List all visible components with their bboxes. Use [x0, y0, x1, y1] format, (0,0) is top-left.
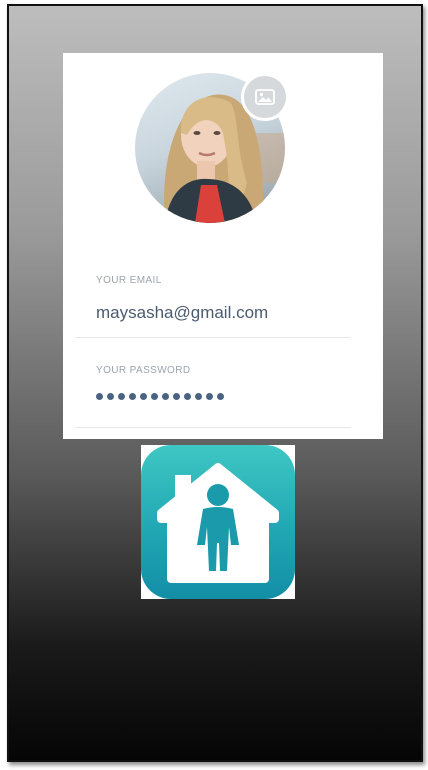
app-icon[interactable] [141, 445, 295, 599]
email-label: YOUR EMAIL [96, 275, 162, 286]
password-mask-dot [217, 393, 224, 400]
screenshot-frame: YOUR EMAIL maysasha@gmail.com YOUR PASSW… [7, 4, 423, 762]
password-mask-dot [184, 393, 191, 400]
password-mask-dot [96, 393, 103, 400]
password-mask-dot [140, 393, 147, 400]
login-card: YOUR EMAIL maysasha@gmail.com YOUR PASSW… [63, 53, 383, 439]
password-label: YOUR PASSWORD [96, 365, 191, 376]
password-divider [75, 427, 351, 428]
email-divider [75, 337, 351, 338]
password-field[interactable] [96, 393, 224, 400]
change-photo-button[interactable] [241, 73, 289, 121]
password-mask-dot [162, 393, 169, 400]
password-mask-dot [118, 393, 125, 400]
password-mask-dot [195, 393, 202, 400]
password-mask-dot [206, 393, 213, 400]
house-person-icon [157, 463, 279, 583]
password-mask-dot [151, 393, 158, 400]
email-field[interactable]: maysasha@gmail.com [96, 303, 268, 323]
image-icon [255, 89, 275, 105]
password-mask-dot [129, 393, 136, 400]
app-icon-background [141, 445, 295, 599]
password-mask-dot [173, 393, 180, 400]
password-mask-dot [107, 393, 114, 400]
